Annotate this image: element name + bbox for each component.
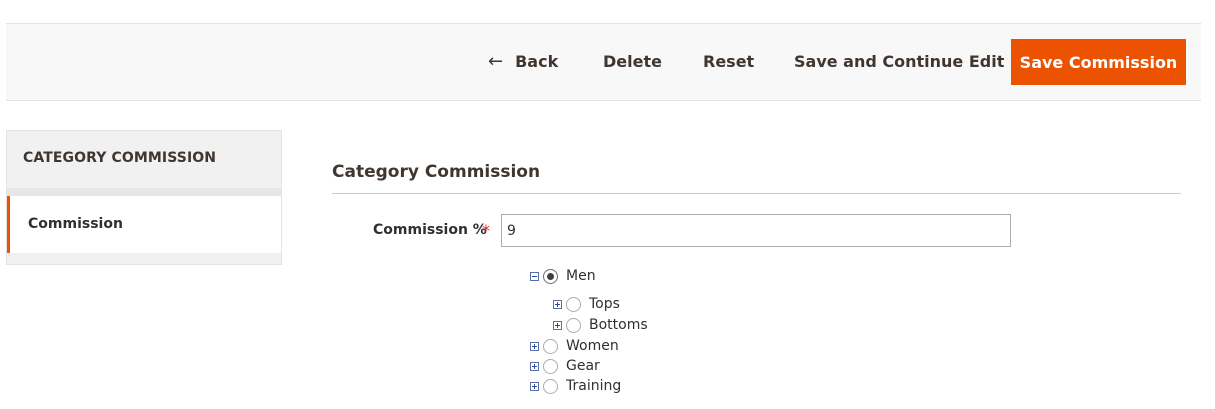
radio-men[interactable] — [543, 268, 558, 284]
collapse-icon[interactable] — [530, 271, 539, 281]
radio-training[interactable] — [543, 378, 558, 394]
radio-women[interactable] — [543, 338, 558, 354]
required-marker: * — [482, 221, 490, 240]
expand-icon[interactable] — [553, 299, 562, 309]
radio-gear[interactable] — [543, 358, 558, 374]
radio-tops[interactable] — [566, 296, 581, 312]
save-commission-button[interactable]: Save Commission — [1011, 39, 1186, 85]
radio-bottoms[interactable] — [566, 317, 581, 333]
section-divider — [332, 193, 1181, 194]
back-button[interactable]: ← Back — [488, 39, 558, 85]
sidebar-divider — [7, 188, 281, 196]
tree-node-training: Training — [530, 378, 621, 396]
tree-label: Gear — [566, 358, 600, 374]
tree-label: Tops — [589, 296, 620, 312]
expand-icon[interactable] — [530, 381, 539, 391]
delete-button[interactable]: Delete — [603, 39, 662, 85]
tree-label: Men — [566, 268, 596, 284]
tree-node-women: Women — [530, 338, 619, 356]
tree-node-men: Men — [530, 268, 596, 286]
tree-node-bottoms: Bottoms — [553, 317, 648, 335]
page-actions-bar: ← Back Delete Reset Save and Continue Edi… — [6, 24, 1201, 101]
tree-label: Training — [566, 378, 622, 394]
tree-node-gear: Gear — [530, 358, 600, 376]
sidebar-tabs: CATEGORY COMMISSION Commission — [6, 130, 282, 265]
reset-button[interactable]: Reset — [703, 39, 754, 85]
back-label: Back — [515, 52, 559, 71]
tree-label: Women — [566, 338, 619, 354]
commission-label: Commission % — [373, 222, 487, 238]
expand-icon[interactable] — [530, 361, 539, 371]
sidebar-item-commission[interactable]: Commission — [7, 196, 281, 253]
tree-node-tops: Tops — [553, 296, 620, 314]
expand-icon[interactable] — [530, 341, 539, 351]
tree-label: Bottoms — [589, 317, 648, 333]
arrow-left-icon: ← — [488, 51, 504, 72]
save-and-continue-button[interactable]: Save and Continue Edit — [794, 39, 1004, 85]
sidebar-title: CATEGORY COMMISSION — [23, 150, 217, 166]
section-title: Category Commission — [332, 162, 541, 182]
commission-input[interactable] — [501, 214, 1011, 247]
expand-icon[interactable] — [553, 320, 562, 330]
